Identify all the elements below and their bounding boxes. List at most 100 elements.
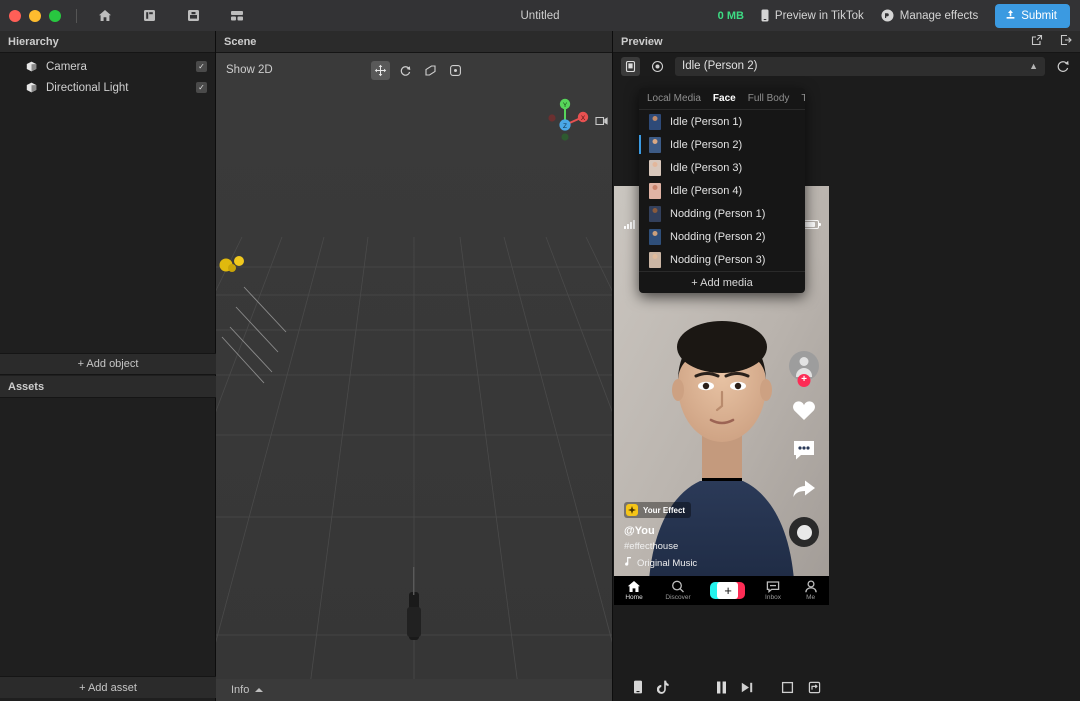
phone-frame-icon[interactable] bbox=[633, 680, 643, 694]
effect-icon bbox=[626, 504, 638, 516]
cube-icon bbox=[26, 82, 39, 93]
share-icon[interactable] bbox=[792, 479, 816, 499]
avatar[interactable]: + bbox=[789, 351, 819, 387]
step-forward-icon[interactable] bbox=[741, 682, 753, 693]
comment-icon[interactable] bbox=[792, 439, 816, 461]
scene-info-bar[interactable]: Info bbox=[216, 679, 612, 701]
minimize-window-button[interactable] bbox=[29, 9, 41, 22]
axis-gizmo[interactable]: Y X Z bbox=[540, 92, 590, 142]
pivot-tool[interactable] bbox=[446, 61, 465, 80]
info-label: Info bbox=[231, 684, 250, 696]
media-item-label: Nodding (Person 3) bbox=[670, 253, 766, 266]
device-frame-icon[interactable] bbox=[621, 56, 640, 76]
add-asset-button[interactable]: + Add asset bbox=[0, 676, 216, 698]
svg-text:X: X bbox=[581, 115, 586, 122]
hierarchy-item-label: Directional Light bbox=[46, 81, 129, 94]
visibility-checkbox[interactable]: ✓ bbox=[196, 61, 207, 72]
cube-icon bbox=[26, 61, 39, 72]
media-item-idle-person-2[interactable]: Idle (Person 2) bbox=[639, 133, 805, 156]
media-thumbnail bbox=[649, 228, 661, 245]
nav-discover[interactable]: Discover bbox=[665, 580, 691, 601]
scene-title: Scene bbox=[224, 35, 257, 48]
tab-full-body[interactable]: Full Body bbox=[748, 93, 790, 104]
tiktok-logo-icon[interactable] bbox=[657, 680, 669, 694]
export-icon[interactable] bbox=[1060, 34, 1072, 49]
preview-in-tiktok-button[interactable]: Preview in TikTok bbox=[761, 9, 864, 22]
follow-button[interactable]: + bbox=[797, 374, 811, 387]
nav-home[interactable]: Home bbox=[625, 580, 643, 601]
refresh-icon[interactable] bbox=[1053, 57, 1072, 76]
nav-create[interactable]: + bbox=[710, 582, 746, 599]
tab-two[interactable]: Two bbox=[801, 93, 805, 104]
toolbar-divider bbox=[76, 8, 77, 23]
media-thumbnail bbox=[649, 159, 661, 176]
media-select[interactable]: Idle (Person 2) ▲ bbox=[675, 56, 1045, 76]
effect-chip[interactable]: Your Effect bbox=[624, 502, 692, 518]
nav-me[interactable]: Me bbox=[804, 580, 818, 601]
media-item-idle-person-3[interactable]: Idle (Person 3) bbox=[639, 156, 805, 179]
rotate-tool[interactable] bbox=[396, 61, 415, 80]
submit-button[interactable]: Submit bbox=[995, 3, 1070, 28]
media-dropdown-menu: Local Media Face Full Body Two Idle (Per… bbox=[639, 88, 805, 293]
panels-icon[interactable] bbox=[225, 5, 249, 27]
media-thumbnail bbox=[649, 251, 661, 268]
tab-face[interactable]: Face bbox=[713, 93, 736, 104]
media-item-nodding-person-2[interactable]: Nodding (Person 2) bbox=[639, 225, 805, 248]
media-item-idle-person-4[interactable]: Idle (Person 4) bbox=[639, 179, 805, 202]
memory-usage: 0 MB bbox=[717, 9, 744, 22]
chevron-up-icon: ▲ bbox=[1029, 61, 1038, 71]
preview-playback-group bbox=[716, 681, 753, 694]
create-icon: + bbox=[710, 582, 746, 599]
scene-viewport[interactable]: Y X Z bbox=[216, 87, 612, 701]
maximize-window-button[interactable] bbox=[49, 9, 61, 22]
hierarchy-item-directional-light[interactable]: Directional Light ✓ bbox=[0, 77, 215, 98]
media-item-nodding-person-3[interactable]: Nodding (Person 3) bbox=[639, 248, 805, 271]
music-note-icon bbox=[624, 557, 632, 569]
pause-icon[interactable] bbox=[716, 681, 727, 694]
media-thumbnail bbox=[649, 205, 661, 222]
effect-name: Your Effect bbox=[643, 505, 686, 515]
move-tool[interactable] bbox=[371, 60, 390, 80]
media-select-value: Idle (Person 2) bbox=[682, 60, 758, 72]
media-item-idle-person-1[interactable]: Idle (Person 1) bbox=[639, 110, 805, 133]
add-object-button[interactable]: + Add object bbox=[0, 353, 216, 375]
screenshot-icon[interactable] bbox=[808, 681, 821, 694]
preview-panel: Preview Idle (Person 2) ▲ Local Media Fa… bbox=[612, 31, 1080, 701]
mobile-icon bbox=[761, 9, 769, 22]
media-item-nodding-person-1[interactable]: Nodding (Person 1) bbox=[639, 202, 805, 225]
visibility-checkbox[interactable]: ✓ bbox=[196, 82, 207, 93]
media-item-label: Idle (Person 2) bbox=[670, 138, 743, 151]
window-controls[interactable] bbox=[0, 9, 61, 22]
svg-text:Y: Y bbox=[563, 102, 568, 109]
music-name: Original Music bbox=[637, 557, 698, 569]
pop-out-icon[interactable] bbox=[1031, 34, 1043, 49]
document-icon[interactable] bbox=[137, 5, 161, 27]
like-icon[interactable] bbox=[792, 399, 816, 421]
tab-local-media[interactable]: Local Media bbox=[647, 93, 701, 104]
manage-effects-button[interactable]: Manage effects bbox=[881, 9, 978, 22]
crop-icon[interactable] bbox=[781, 681, 794, 694]
nav-inbox-label: Inbox bbox=[765, 594, 781, 601]
asset-library-icon[interactable] bbox=[181, 5, 205, 27]
close-window-button[interactable] bbox=[9, 9, 21, 22]
media-thumbnail bbox=[649, 136, 661, 153]
media-item-label: Nodding (Person 2) bbox=[670, 230, 766, 243]
show-2d-toggle[interactable]: Show 2D bbox=[226, 64, 273, 76]
nav-home-label: Home bbox=[625, 594, 643, 601]
signal-icon bbox=[624, 219, 635, 229]
nav-inbox[interactable]: Inbox bbox=[765, 580, 781, 601]
manage-effects-label: Manage effects bbox=[899, 9, 979, 22]
media-thumbnail bbox=[649, 113, 661, 130]
username-label: @You bbox=[624, 525, 655, 537]
home-icon[interactable] bbox=[93, 5, 117, 27]
hierarchy-title: Hierarchy bbox=[8, 35, 59, 48]
scale-tool[interactable] bbox=[421, 61, 440, 80]
add-media-button[interactable]: + Add media bbox=[639, 271, 805, 293]
viewport-camera-icon[interactable] bbox=[595, 114, 609, 132]
transform-tools bbox=[371, 60, 465, 80]
title-bar: Untitled 0 MB Preview in TikTok Manage e… bbox=[0, 0, 1080, 31]
music-disc-icon[interactable] bbox=[789, 517, 819, 547]
titlebar-actions: 0 MB Preview in TikTok Manage effects Su… bbox=[717, 3, 1080, 28]
record-icon[interactable] bbox=[648, 57, 667, 76]
hierarchy-item-camera[interactable]: Camera ✓ bbox=[0, 56, 215, 77]
